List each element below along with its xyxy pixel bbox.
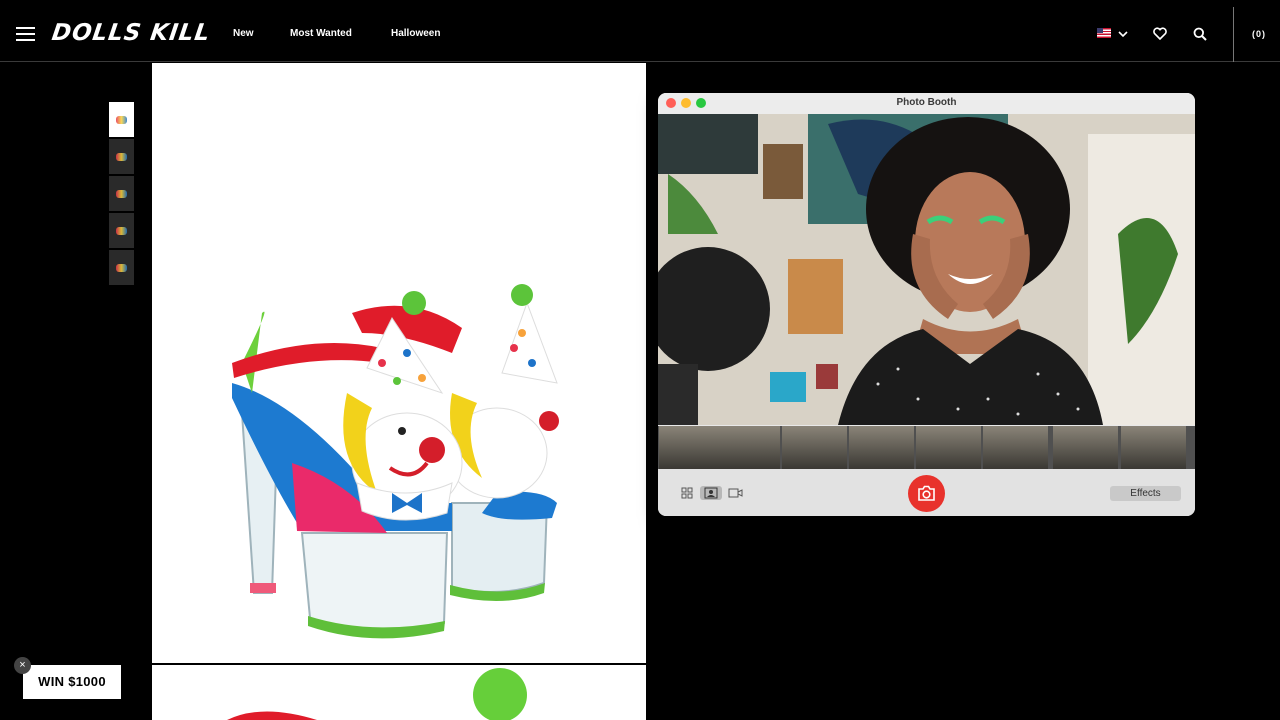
camera-icon [918, 485, 935, 501]
photo-booth-window: Photo Booth Effects [658, 93, 1195, 516]
product-thumbnail-2[interactable] [109, 139, 134, 174]
strip-photo-3[interactable] [782, 426, 847, 469]
photo-strip [658, 426, 1195, 469]
clown-platform-heels-image [232, 284, 559, 639]
nav-link-most-wanted[interactable]: Most Wanted [290, 28, 352, 39]
camera-preview [658, 114, 1195, 425]
video-icon[interactable] [724, 486, 746, 500]
strip-photo-2[interactable] [715, 426, 780, 469]
strip-photo-7[interactable] [1053, 426, 1118, 469]
product-thumbnail-5[interactable] [109, 250, 134, 285]
nav-link-halloween[interactable]: Halloween [391, 28, 440, 39]
camera-feed-image [658, 114, 1195, 425]
brand-logo[interactable]: DOLLS KILL [50, 20, 212, 46]
effects-button[interactable]: Effects [1110, 486, 1181, 501]
us-flag-icon[interactable] [1097, 28, 1111, 38]
hamburger-icon[interactable] [16, 27, 35, 41]
single-photo-icon[interactable] [700, 486, 722, 500]
nav-divider [1233, 7, 1234, 62]
nav-link-new[interactable]: New [233, 28, 254, 39]
strip-photo-8[interactable] [1121, 426, 1186, 469]
view-mode-selector [676, 486, 746, 500]
strip-photo-6[interactable] [983, 426, 1048, 469]
product-image-main[interactable] [152, 63, 646, 663]
take-photo-button[interactable] [908, 475, 945, 512]
secondary-shoe-image [227, 668, 527, 720]
chevron-down-icon[interactable] [1117, 28, 1129, 40]
product-image-secondary[interactable] [152, 665, 646, 720]
product-thumbnail-4[interactable] [109, 213, 134, 248]
heart-icon[interactable] [1153, 27, 1167, 40]
product-thumbnail-3[interactable] [109, 176, 134, 211]
product-thumbnail-1[interactable] [109, 102, 134, 137]
cart-count[interactable]: (0) [1252, 29, 1266, 39]
window-titlebar: Photo Booth [658, 93, 1195, 115]
strip-photo-4[interactable] [849, 426, 914, 469]
top-navigation: DOLLS KILL New Most Wanted Halloween (0) [0, 0, 1280, 62]
close-icon[interactable]: × [14, 657, 31, 674]
product-thumbnail-list [109, 102, 134, 287]
strip-photo-5[interactable] [916, 426, 981, 469]
win-promo-button[interactable]: WIN $1000 [23, 665, 121, 699]
search-icon[interactable] [1193, 27, 1207, 41]
window-title: Photo Booth [896, 97, 957, 108]
grid-view-icon[interactable] [676, 486, 698, 500]
